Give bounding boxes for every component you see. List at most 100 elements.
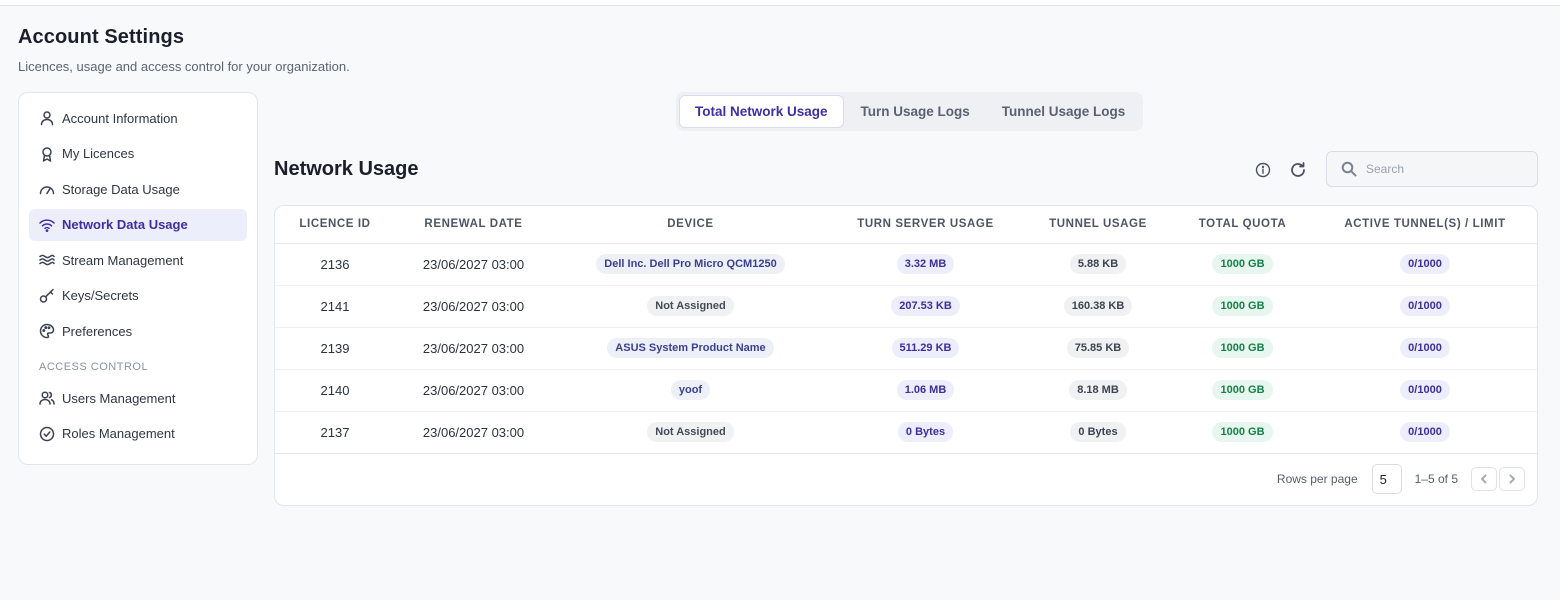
licence-id-cell: 2137 [275, 411, 395, 454]
section-title: Network Usage [274, 158, 419, 180]
next-page-button[interactable] [1499, 467, 1525, 491]
sidebar-item-network-data-usage[interactable]: Network Data Usage [29, 208, 247, 241]
quota-badge: 1000 GB [1212, 422, 1273, 442]
turn-usage-cell: 3.32 MB [829, 243, 1022, 286]
table-row[interactable]: 2137 23/06/2027 03:00 Not Assigned 0 Byt… [275, 411, 1537, 454]
column-header-turn-server-usage[interactable]: TURN SERVER USAGE [829, 206, 1022, 244]
column-header-total-quota[interactable]: TOTAL QUOTA [1174, 206, 1311, 244]
device-cell: ASUS System Product Name [552, 327, 829, 370]
tunnel-usage-cell: 75.85 KB [1022, 327, 1174, 370]
top-bar [0, 0, 1560, 6]
tunnel-limit-cell: 0/1000 [1311, 285, 1537, 328]
refresh-icon [1289, 161, 1307, 179]
rows-per-page-label: Rows per page [1276, 472, 1358, 486]
tunnel-limit-cell: 0/1000 [1311, 327, 1537, 370]
tab-turn-usage-logs[interactable]: Turn Usage Logs [846, 95, 985, 128]
sidebar-item-label: Network Data Usage [62, 217, 188, 232]
turn-usage-cell: 207.53 KB [829, 285, 1022, 328]
tunnel-limit-badge: 0/1000 [1400, 254, 1450, 274]
turn-usage-cell: 0 Bytes [829, 411, 1022, 454]
table-row[interactable]: 2139 23/06/2027 03:00 ASUS System Produc… [275, 327, 1537, 370]
tunnel-limit-badge: 0/1000 [1400, 338, 1450, 358]
renewal-date-cell: 23/06/2027 03:00 [395, 243, 552, 286]
sidebar-item-my-licences[interactable]: My Licences [29, 138, 247, 170]
tunnel-limit-badge: 0/1000 [1400, 422, 1450, 442]
network-usage-table: LICENCE ID RENEWAL DATE DEVICE TURN SERV… [275, 206, 1537, 454]
turn-usage-badge: 3.32 MB [896, 254, 955, 274]
turn-usage-badge: 511.29 KB [891, 338, 960, 358]
device-cell: Dell Inc. Dell Pro Micro QCM1250 [552, 243, 829, 286]
info-icon [1255, 162, 1271, 178]
turn-usage-cell: 511.29 KB [829, 327, 1022, 370]
sidebar-item-label: Preferences [62, 323, 133, 339]
tab-tunnel-usage-logs[interactable]: Tunnel Usage Logs [987, 95, 1141, 128]
sidebar-item-keys-secrets[interactable]: Keys/Secrets [29, 280, 247, 312]
sidebar-item-roles-management[interactable]: Roles Management [29, 418, 247, 450]
sidebar-item-users-management[interactable]: Users Management [29, 382, 247, 414]
renewal-date-cell: 23/06/2027 03:00 [395, 285, 552, 328]
turn-usage-badge: 207.53 KB [891, 296, 960, 316]
sidebar-item-label: My Licences [62, 146, 135, 161]
tunnel-usage-badge: 8.18 MB [1069, 380, 1127, 400]
device-badge: Dell Inc. Dell Pro Micro QCM1250 [596, 254, 785, 274]
device-cell: Not Assigned [552, 411, 829, 454]
tunnel-usage-badge: 75.85 KB [1066, 338, 1130, 358]
sidebar-item-label: Storage Data Usage [62, 181, 180, 197]
total-quota-cell: 1000 GB [1174, 243, 1311, 286]
search-input[interactable] [1366, 162, 1526, 176]
column-header-tunnel-usage[interactable]: TUNNEL USAGE [1022, 206, 1174, 244]
quota-badge: 1000 GB [1212, 296, 1273, 316]
waves-icon [39, 252, 55, 268]
table-row[interactable]: 2136 23/06/2027 03:00 Dell Inc. Dell Pro… [275, 243, 1537, 286]
sidebar-item-label: Stream Management [62, 252, 184, 268]
licence-id-cell: 2136 [275, 243, 395, 286]
tab-total-network-usage[interactable]: Total Network Usage [679, 95, 844, 128]
quota-badge: 1000 GB [1212, 380, 1273, 400]
column-header-renewal-date[interactable]: RENEWAL DATE [395, 206, 552, 244]
sidebar-item-label: Roles Management [62, 426, 175, 441]
renewal-date-cell: 23/06/2027 03:00 [395, 411, 552, 454]
tunnel-usage-cell: 160.38 KB [1022, 285, 1174, 328]
settings-sidebar: Account Information My Licences Storage … [18, 92, 258, 465]
users-icon [39, 390, 55, 406]
tunnel-usage-cell: 8.18 MB [1022, 369, 1174, 412]
user-icon [39, 110, 55, 126]
rows-per-page-select[interactable]: 5 [1371, 464, 1402, 494]
sidebar-item-account-information[interactable]: Account Information [29, 102, 247, 134]
sidebar-item-storage-data-usage[interactable]: Storage Data Usage [29, 173, 247, 205]
pagination-range: 1–5 of 5 [1414, 472, 1458, 486]
sidebar-item-stream-management[interactable]: Stream Management [29, 244, 247, 276]
sidebar-item-preferences[interactable]: Preferences [29, 315, 247, 347]
tunnel-usage-badge: 5.88 KB [1069, 254, 1127, 274]
quota-badge: 1000 GB [1212, 254, 1273, 274]
column-header-licence-id[interactable]: LICENCE ID [275, 206, 395, 244]
licence-id-cell: 2141 [275, 285, 395, 328]
sidebar-item-label: Users Management [62, 390, 176, 406]
badge-icon [39, 146, 55, 162]
search-icon [1341, 161, 1357, 177]
device-cell: Not Assigned [552, 285, 829, 328]
tunnel-limit-badge: 0/1000 [1400, 380, 1450, 400]
previous-page-button[interactable] [1471, 467, 1497, 491]
info-button[interactable] [1252, 159, 1274, 181]
page-subtitle: Licences, usage and access control for y… [18, 59, 350, 74]
total-quota-cell: 1000 GB [1174, 369, 1311, 412]
tunnel-limit-cell: 0/1000 [1311, 411, 1537, 454]
gauge-icon [39, 181, 55, 197]
page-title: Account Settings [18, 26, 185, 48]
device-badge: Not Assigned [647, 422, 734, 442]
refresh-button[interactable] [1287, 159, 1309, 181]
table-row[interactable]: 2141 23/06/2027 03:00 Not Assigned 207.5… [275, 285, 1537, 328]
column-header-active-tunnels-limit[interactable]: ACTIVE TUNNEL(S) / LIMIT [1311, 206, 1537, 244]
renewal-date-cell: 23/06/2027 03:00 [395, 327, 552, 370]
tunnel-usage-cell: 0 Bytes [1022, 411, 1174, 454]
table-row[interactable]: 2140 23/06/2027 03:00 yoof 1.06 MB 8.18 … [275, 369, 1537, 412]
sidebar-item-label: Keys/Secrets [62, 288, 139, 303]
quota-badge: 1000 GB [1212, 338, 1273, 358]
tunnel-usage-badge: 0 Bytes [1070, 422, 1126, 442]
licence-id-cell: 2139 [275, 327, 395, 370]
licence-id-cell: 2140 [275, 369, 395, 412]
total-quota-cell: 1000 GB [1174, 285, 1311, 328]
column-header-device[interactable]: DEVICE [552, 206, 829, 244]
wifi-icon [39, 217, 55, 233]
